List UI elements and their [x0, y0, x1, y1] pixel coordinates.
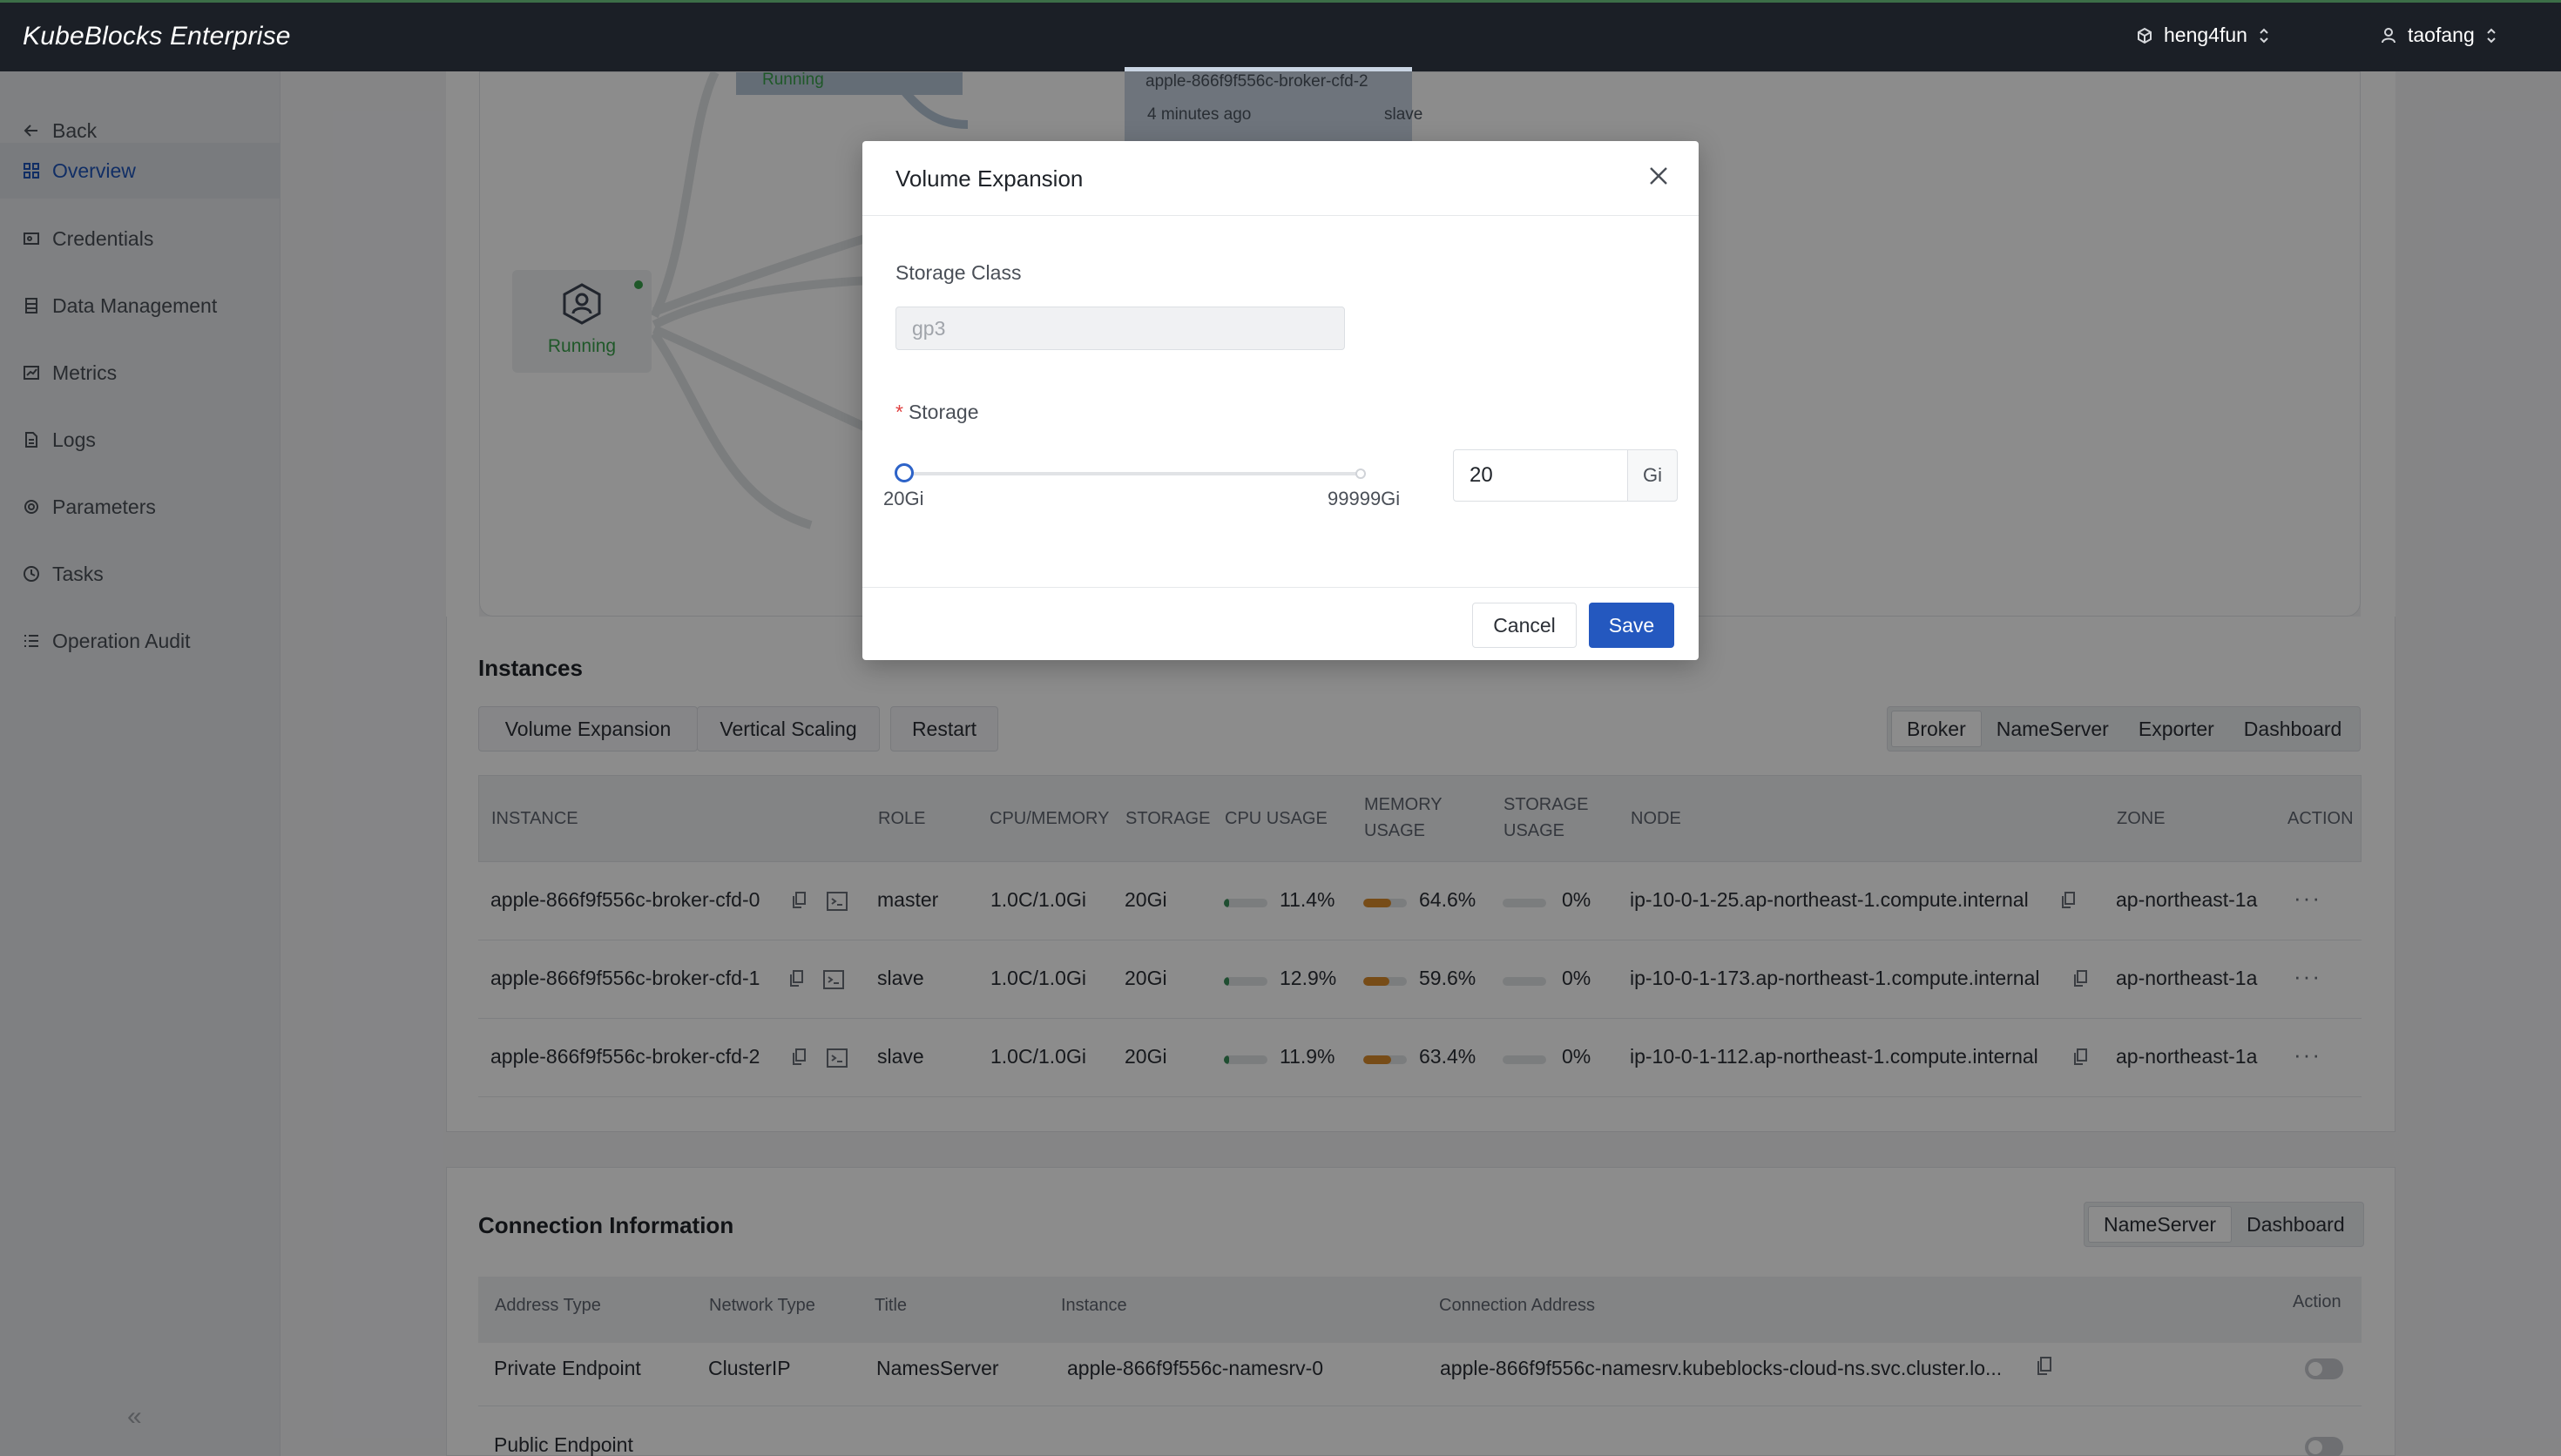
chevron-updown-icon: [2487, 28, 2496, 43]
slider-min-label: 20Gi: [883, 488, 924, 509]
storage-class-input: [895, 307, 1345, 350]
close-icon[interactable]: [1648, 165, 1669, 186]
storage-slider-handle[interactable]: [895, 463, 914, 482]
modal-title: Volume Expansion: [895, 165, 1084, 192]
storage-input[interactable]: [1453, 449, 1629, 502]
brand-logo: KubeBlocks Enterprise: [23, 22, 291, 51]
slider-max-dot: [1355, 468, 1366, 479]
modal-header: Volume Expansion: [862, 141, 1699, 216]
slider-max-label: 99999Gi: [1328, 488, 1401, 509]
user-menu[interactable]: taofang: [2380, 24, 2497, 47]
storage-class-label: Storage Class: [895, 261, 1022, 284]
storage-label: * Storage: [895, 401, 979, 423]
cancel-button[interactable]: Cancel: [1472, 603, 1577, 648]
storage-unit: Gi: [1627, 449, 1678, 502]
user-name: taofang: [2408, 24, 2475, 46]
storage-slider-rail[interactable]: [904, 472, 1359, 475]
volume-expansion-modal: Volume Expansion Storage Class *Storage …: [862, 141, 1699, 660]
save-button[interactable]: Save: [1589, 603, 1674, 648]
